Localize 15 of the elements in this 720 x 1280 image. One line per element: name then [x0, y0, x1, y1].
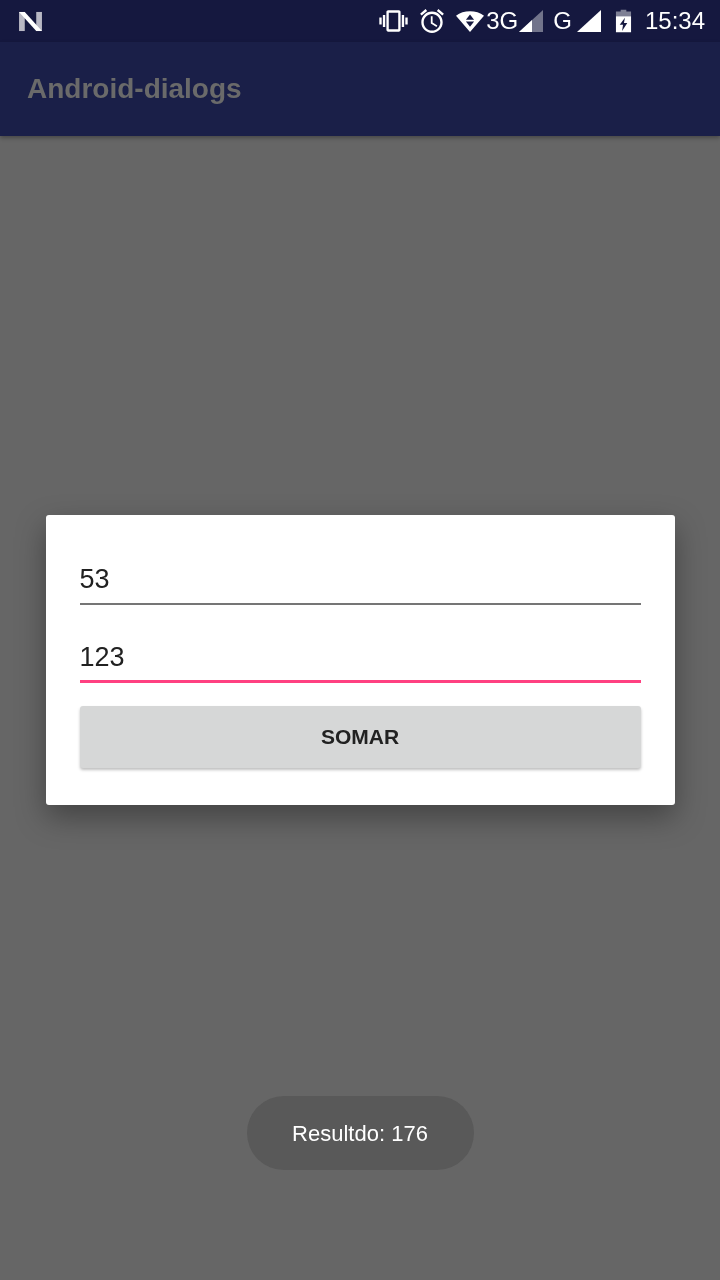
number-field[interactable]: 123 [79, 634, 641, 683]
signal-icon [576, 10, 601, 32]
number-field[interactable]: 53 [79, 556, 641, 605]
alarm-icon [420, 9, 445, 33]
clock: 15:34 [644, 9, 705, 33]
battery-charging-icon [614, 9, 632, 33]
wifi-icon [455, 10, 486, 32]
vibrate-icon [379, 8, 409, 34]
toast: Resultdo: 176 [246, 1096, 474, 1170]
signal-icon [519, 10, 544, 32]
app-title: Android-dialogs [27, 72, 242, 106]
network-type: 3G [486, 9, 519, 33]
network-type: G [553, 9, 572, 33]
somar-button[interactable]: SOMAR [79, 706, 641, 768]
logo-icon [18, 10, 43, 32]
